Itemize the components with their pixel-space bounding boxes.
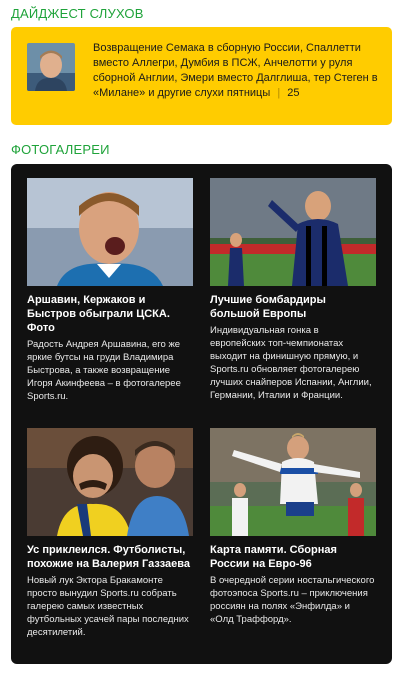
gallery-card-description: Радость Андрея Аршавина, его же яркие бу… <box>27 339 181 402</box>
gallery-card[interactable]: Аршавин, Кержаков и Быстров обыграли ЦСК… <box>27 178 193 403</box>
gallery-card[interactable]: Карта памяти. Сборная России на Евро-96 … <box>210 428 376 626</box>
gallery-card[interactable]: Лучшие бомбардиры большой Европы Индивид… <box>210 178 376 402</box>
digest-text[interactable]: Возвращение Семака в сборную России, Спа… <box>93 41 383 101</box>
galleries-section-title: Фотогалереи <box>11 142 110 157</box>
rumors-digest-card[interactable]: Возвращение Семака в сборную России, Спа… <box>11 27 392 125</box>
gallery-card-description: Индивидуальная гонка в европейских топ-ч… <box>210 325 372 401</box>
gallery-card-title[interactable]: Аршавин, Кержаков и Быстров обыграли ЦСК… <box>27 293 193 335</box>
digest-comment-count[interactable]: 25 <box>287 87 299 99</box>
gallery-card[interactable]: Ус приклеился. Футболисты, похожие на Ва… <box>27 428 193 639</box>
gallery-thumbnail-euro-96[interactable] <box>210 428 376 536</box>
gallery-card-title[interactable]: Ус приклеился. Футболисты, похожие на Ва… <box>27 543 193 571</box>
gallery-card-title[interactable]: Лучшие бомбардиры большой Европы <box>210 293 376 321</box>
gallery-card-description: В очередной серии ностальгического фотоэ… <box>210 575 375 625</box>
digest-separator: | <box>277 87 281 99</box>
gallery-thumbnail-mustaches[interactable] <box>27 428 193 536</box>
gallery-thumbnail-scorers[interactable] <box>210 178 376 286</box>
digest-headline[interactable]: Возвращение Семака в сборную России, Спа… <box>93 42 378 99</box>
gallery-card-description: Новый лук Эктора Бракамонте просто вынуд… <box>27 575 189 638</box>
digest-avatar-photo[interactable] <box>27 43 75 91</box>
digest-section-title: Дайджест слухов <box>11 6 144 21</box>
gallery-thumbnail-arshavin[interactable] <box>27 178 193 286</box>
gallery-card-title[interactable]: Карта памяти. Сборная России на Евро-96 <box>210 543 376 571</box>
photo-galleries-panel: Аршавин, Кержаков и Быстров обыграли ЦСК… <box>11 164 392 664</box>
